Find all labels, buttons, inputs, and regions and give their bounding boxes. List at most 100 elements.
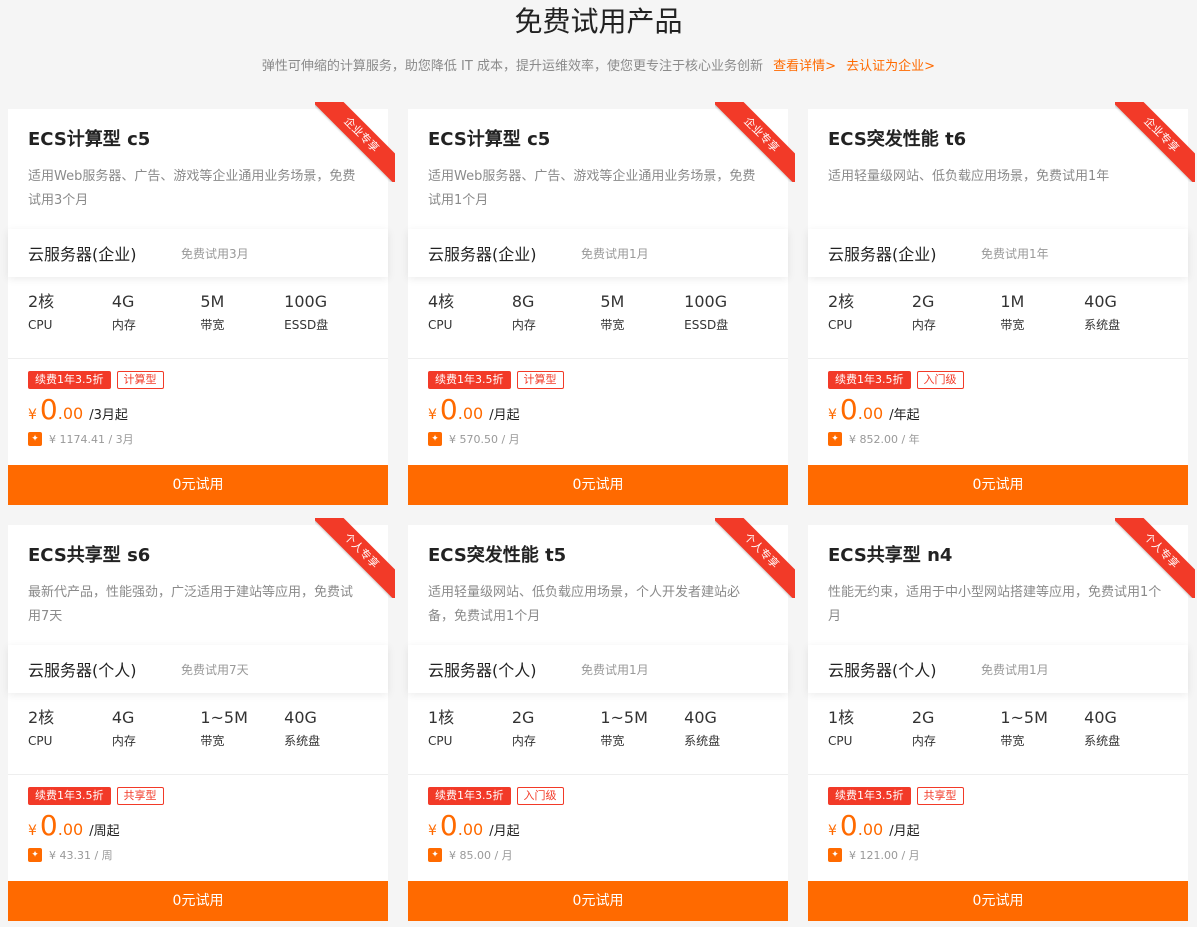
spec-label: 带宽 — [200, 734, 225, 748]
spec-disk: 40G 系统盘 — [684, 707, 768, 774]
spec-value: 1核 — [828, 708, 855, 727]
currency-symbol: ¥ — [28, 823, 37, 839]
spec-label: 内存 — [911, 734, 936, 748]
spec-value: 100G — [284, 292, 328, 311]
product-title: ECS突发性能 t6 — [828, 129, 967, 150]
spec-value: 2G — [911, 708, 935, 727]
original-price-text: ¥ 852.00 / 年 — [849, 433, 920, 446]
price-area: 续费1年3.5折 共享型 ¥ 0 .00 /月起 ✦ ¥ 121.00 / 月 — [808, 775, 1188, 881]
price-integer: 0 — [839, 393, 858, 426]
spec-value: 4G — [111, 292, 135, 311]
spec-cpu: 2核 CPU — [828, 291, 912, 358]
spec-cpu: 2核 CPU — [28, 707, 112, 774]
spec-label: 内存 — [111, 734, 136, 748]
product-title: ECS突发性能 t5 — [428, 545, 567, 566]
service-name: 云服务器(个人) — [28, 661, 137, 680]
spec-bandwidth: 5M 带宽 — [600, 291, 684, 358]
product-card: 个人专享 ECS共享型 s6 最新代产品，性能强劲，广泛适用于建站等应用，免费试… — [8, 518, 395, 921]
spec-label: ESSD盘 — [284, 318, 329, 332]
price: ¥ 0 .00 /月起 — [428, 811, 768, 841]
original-price-icon: ✦ — [28, 848, 42, 862]
type-badge: 共享型 — [916, 787, 964, 805]
spec-value: 5M — [200, 292, 225, 311]
free-trial-button[interactable]: 0元试用 — [808, 465, 1188, 505]
type-badge: 计算型 — [116, 371, 164, 389]
spec-value: 4G — [111, 708, 135, 727]
currency-symbol: ¥ — [828, 407, 837, 423]
spec-value: 1~5M — [1000, 708, 1048, 727]
spec-bandwidth: 1~5M 带宽 — [600, 707, 684, 774]
price-decimal: .00 — [457, 404, 484, 423]
product-description: 适用Web服务器、广告、游戏等企业通用业务场景，免费试用3个月 — [28, 169, 356, 208]
currency-symbol: ¥ — [428, 407, 437, 423]
free-trial-button[interactable]: 0元试用 — [8, 465, 388, 505]
enterprise-verify-link[interactable]: 去认证为企业> — [846, 59, 935, 74]
free-trial-button[interactable]: 0元试用 — [808, 881, 1188, 921]
original-price-text: ¥ 1174.41 / 3月 — [49, 433, 134, 446]
service-name: 云服务器(个人) — [428, 661, 537, 680]
card-header: ECS计算型 c5 适用Web服务器、广告、游戏等企业通用业务场景，免费试用3个… — [8, 109, 388, 229]
spec-label: 系统盘 — [1084, 734, 1121, 748]
currency-symbol: ¥ — [428, 823, 437, 839]
spec-memory: 8G 内存 — [512, 291, 601, 358]
product-title: ECS共享型 n4 — [828, 545, 953, 566]
card-header: ECS计算型 c5 适用Web服务器、广告、游戏等企业通用业务场景，免费试用1个… — [408, 109, 788, 229]
service-row: 云服务器(个人) 免费试用7天 — [8, 645, 388, 693]
price-decimal: .00 — [57, 820, 84, 839]
service-name: 云服务器(企业) — [428, 245, 537, 264]
price-integer: 0 — [839, 809, 858, 842]
details-link[interactable]: 查看详情> — [773, 59, 836, 74]
price-decimal: .00 — [857, 820, 884, 839]
price-decimal: .00 — [57, 404, 84, 423]
spec-value: 4核 — [428, 292, 455, 311]
renew-discount-badge: 续费1年3.5折 — [28, 371, 111, 389]
spec-label: CPU — [28, 734, 53, 748]
spec-value: 40G — [684, 708, 717, 727]
spec-list: 1核 CPU 2G 内存 1~5M 带宽 40G 系统盘 — [408, 693, 788, 775]
service-row: 云服务器(个人) 免费试用1月 — [408, 645, 788, 693]
spec-value: 100G — [684, 292, 728, 311]
price-unit: /年起 — [889, 408, 920, 423]
renew-discount-badge: 续费1年3.5折 — [828, 787, 911, 805]
price-integer: 0 — [39, 809, 58, 842]
spec-bandwidth: 1~5M 带宽 — [200, 707, 284, 774]
spec-value: 8G — [511, 292, 535, 311]
spec-disk: 40G 系统盘 — [1084, 291, 1168, 358]
product-card: 个人专享 ECS共享型 n4 性能无约束，适用于中小型网站搭建等应用，免费试用1… — [808, 518, 1195, 921]
product-title: ECS计算型 c5 — [428, 129, 551, 150]
tag-list: 续费1年3.5折 共享型 — [828, 787, 1168, 805]
spec-label: 带宽 — [600, 734, 625, 748]
price-unit: /周起 — [89, 824, 120, 839]
price-area: 续费1年3.5折 入门级 ¥ 0 .00 /月起 ✦ ¥ 85.00 / 月 — [408, 775, 788, 881]
spec-value: 1~5M — [600, 708, 648, 727]
spec-label: CPU — [28, 318, 53, 332]
spec-bandwidth: 1~5M 带宽 — [1000, 707, 1084, 774]
free-trial-button[interactable]: 0元试用 — [8, 881, 388, 921]
spec-value: 2G — [511, 708, 535, 727]
card-header: ECS共享型 s6 最新代产品，性能强劲，广泛适用于建站等应用，免费试用7天 — [8, 525, 388, 645]
price-integer: 0 — [439, 393, 458, 426]
spec-memory: 4G 内存 — [112, 291, 201, 358]
spec-label: 带宽 — [600, 318, 625, 332]
trial-period: 免费试用1年 — [981, 246, 1049, 261]
price-integer: 0 — [439, 809, 458, 842]
free-trial-button[interactable]: 0元试用 — [408, 465, 788, 505]
spec-value: 1核 — [428, 708, 455, 727]
product-description: 适用轻量级网站、低负载应用场景，免费试用1年 — [828, 169, 1110, 184]
price-unit: /月起 — [489, 408, 520, 423]
spec-disk: 40G 系统盘 — [1084, 707, 1168, 774]
type-badge: 入门级 — [516, 787, 564, 805]
spec-list: 4核 CPU 8G 内存 5M 带宽 100G ESSD盘 — [408, 277, 788, 359]
price: ¥ 0 .00 /3月起 — [28, 395, 368, 425]
service-name: 云服务器(企业) — [828, 245, 937, 264]
service-name: 云服务器(企业) — [28, 245, 137, 264]
currency-symbol: ¥ — [28, 407, 37, 423]
price-decimal: .00 — [857, 404, 884, 423]
product-card: 企业专享 ECS突发性能 t6 适用轻量级网站、低负载应用场景，免费试用1年 云… — [808, 102, 1195, 505]
type-badge: 计算型 — [516, 371, 564, 389]
page-title: 免费试用产品 — [514, 5, 683, 38]
free-trial-button[interactable]: 0元试用 — [408, 881, 788, 921]
spec-value: 40G — [284, 708, 317, 727]
service-row: 云服务器(企业) 免费试用1年 — [808, 229, 1188, 277]
spec-label: CPU — [828, 734, 853, 748]
